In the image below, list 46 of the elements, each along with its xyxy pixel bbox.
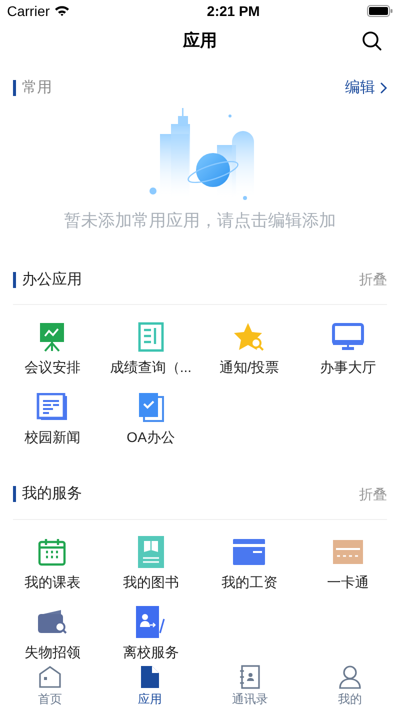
app-item[interactable]: 失物招领	[3, 606, 102, 662]
card-icon	[233, 538, 266, 564]
person-icon	[338, 665, 362, 689]
tab-item[interactable]: 通讯录	[200, 663, 300, 710]
tab-item[interactable]: 首页	[0, 663, 100, 710]
app-item[interactable]: 成绩查询（...	[102, 321, 200, 377]
star-search-icon	[233, 322, 266, 352]
edit-link[interactable]: 编辑	[345, 77, 387, 100]
section-marker	[13, 486, 16, 502]
carrier-name: Carrier	[7, 2, 50, 20]
app-item[interactable]: OA办公	[102, 391, 200, 447]
house-icon	[38, 665, 62, 689]
address-book-icon	[239, 665, 261, 689]
app-item[interactable]: 会议安排	[3, 321, 102, 377]
checked-document-icon	[138, 392, 164, 422]
status-time: 2:21 PM	[206, 2, 260, 20]
wallet-search-icon	[37, 608, 68, 634]
app-item[interactable]: 校园新闻	[3, 391, 102, 447]
app-item[interactable]: 我的课表	[3, 536, 102, 592]
section-title: 我的服务	[22, 484, 82, 504]
app-item[interactable]: 离校服务	[102, 606, 200, 662]
app-item[interactable]: 通知/投票	[200, 321, 298, 377]
presentation-board-icon	[39, 322, 66, 352]
section-title: 办公应用	[22, 270, 82, 290]
app-item[interactable]: 我的图书	[102, 536, 200, 592]
battery-icon	[366, 5, 393, 17]
section-marker	[13, 80, 16, 96]
book-icon	[138, 536, 164, 568]
contact-document-icon	[136, 606, 166, 638]
card-icon	[332, 540, 363, 564]
empty-message: 暂未添加常用应用，请点击编辑添加	[64, 210, 336, 230]
app-item[interactable]: 办事大厅	[298, 321, 397, 377]
calendar-icon	[38, 538, 66, 566]
document-icon	[138, 322, 164, 352]
section-title: 常用	[22, 78, 52, 98]
chevron-right-icon	[380, 82, 387, 94]
app-item[interactable]: 我的工资	[200, 536, 298, 592]
monitor-icon	[332, 323, 364, 351]
section-marker	[13, 272, 16, 288]
search-icon[interactable]	[362, 31, 382, 51]
wifi-icon	[54, 5, 70, 17]
tab-item[interactable]: 我的	[300, 663, 400, 710]
app-item[interactable]: 一卡通	[298, 536, 397, 592]
tab-item[interactable]: 应用	[100, 663, 200, 710]
page-title: 应用	[183, 30, 217, 52]
newspaper-icon	[36, 393, 68, 421]
